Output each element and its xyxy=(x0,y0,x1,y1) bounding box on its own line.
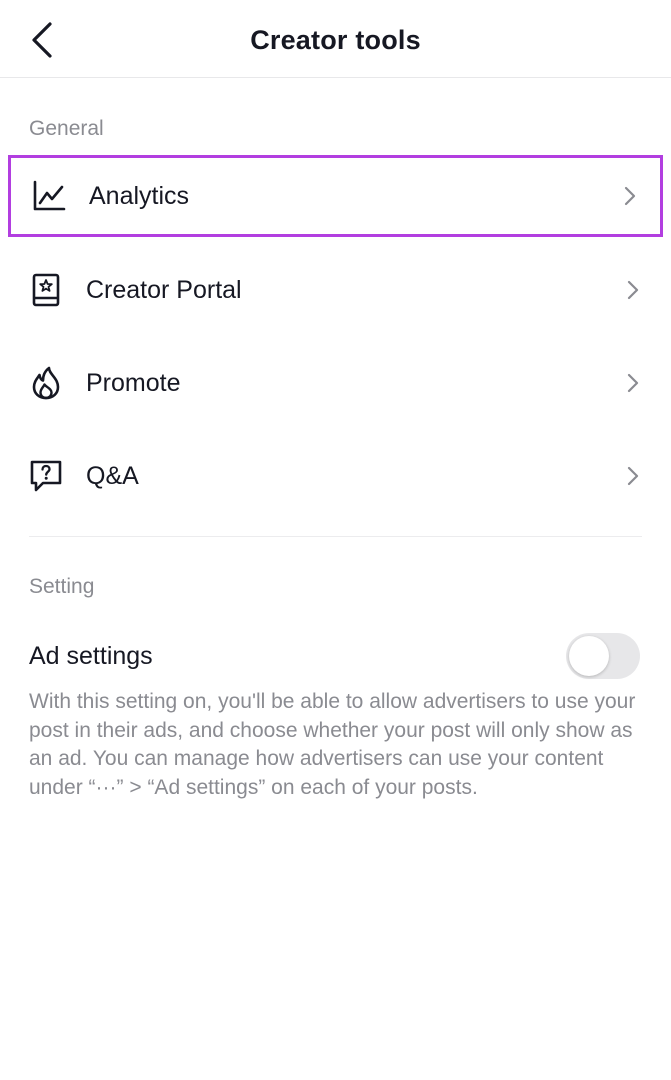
creator-portal-book-icon xyxy=(28,272,64,308)
flame-icon xyxy=(28,365,64,401)
section-divider xyxy=(29,536,642,537)
analytics-chart-icon xyxy=(31,178,67,214)
list-item-creator-portal[interactable]: Creator Portal xyxy=(8,249,663,330)
list-item-label: Analytics xyxy=(89,182,190,210)
list-item-qa[interactable]: Q&A xyxy=(8,435,663,516)
section-label-setting: Setting xyxy=(29,575,95,598)
page-title: Creator tools xyxy=(250,25,421,55)
header-bar: Creator tools xyxy=(0,0,671,78)
section-label-general: General xyxy=(29,117,104,140)
ad-settings-description: With this setting on, you'll be able to … xyxy=(29,690,636,799)
ad-settings-toggle[interactable] xyxy=(566,633,640,679)
question-bubble-icon xyxy=(28,458,64,494)
chevron-right-icon xyxy=(620,182,640,210)
toggle-knob xyxy=(569,636,609,676)
chevron-right-icon xyxy=(623,369,643,397)
list-item-analytics[interactable]: Analytics xyxy=(8,155,663,237)
list-item-label: Q&A xyxy=(86,461,139,490)
chevron-right-icon xyxy=(623,276,643,304)
chevron-right-icon xyxy=(623,462,643,490)
list-item-label: Creator Portal xyxy=(86,275,242,304)
list-item-label: Promote xyxy=(86,368,181,397)
list-item-promote[interactable]: Promote xyxy=(8,342,663,423)
ad-settings-title: Ad settings xyxy=(29,642,153,670)
